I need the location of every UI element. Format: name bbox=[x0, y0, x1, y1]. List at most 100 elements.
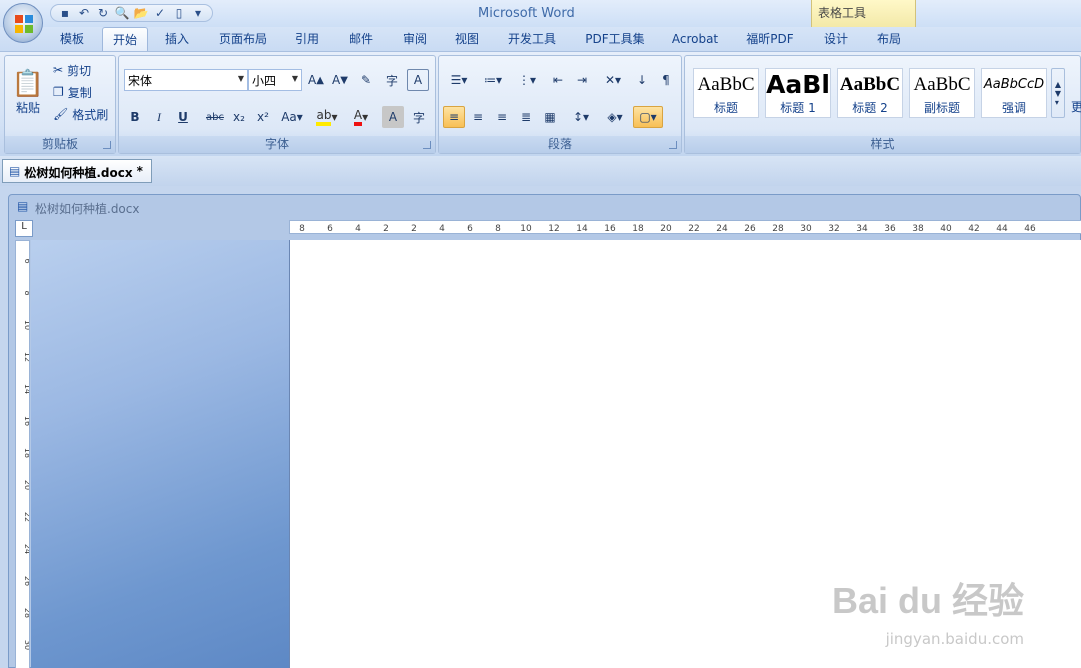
cut-button[interactable]: ✂ 剪切 bbox=[53, 61, 91, 79]
ruler-tick-label: 46 bbox=[1024, 224, 1036, 234]
style-title[interactable]: AaBbC 标题 bbox=[693, 68, 759, 118]
style-heading-2[interactable]: AaBbC 标题 2 bbox=[837, 68, 903, 118]
phonetic-guide-icon[interactable]: 字 bbox=[381, 69, 403, 91]
redo-icon[interactable]: ↻ bbox=[95, 5, 111, 21]
font-color-icon[interactable]: A ▾ bbox=[346, 106, 376, 128]
tab-design[interactable]: 设计 bbox=[812, 27, 860, 51]
show-marks-icon[interactable]: ¶ bbox=[655, 69, 677, 91]
new-document-icon[interactable]: ▯ bbox=[171, 5, 187, 21]
sort-icon[interactable]: ↓ bbox=[631, 69, 653, 91]
ruler-tick-label: 26 bbox=[744, 224, 756, 234]
superscript-icon[interactable]: x² bbox=[252, 106, 274, 128]
bold-icon[interactable]: B bbox=[124, 106, 146, 128]
document-tab[interactable]: ▤ 松树如何种植.docx * bbox=[2, 159, 152, 183]
distribute-icon[interactable]: ▦ bbox=[539, 106, 561, 128]
enclosed-char-icon[interactable]: 字 bbox=[408, 106, 430, 128]
ruler-tick-label: 12 bbox=[23, 352, 30, 362]
paragraph-dialog-launcher-icon[interactable] bbox=[669, 141, 677, 149]
styles-scroll-icon[interactable]: ▲ ▼ ▾ bbox=[1051, 68, 1065, 118]
ruler-tick-label: 6 bbox=[327, 224, 333, 234]
ruler-tick-label: 30 bbox=[800, 224, 812, 234]
ruler-tick-label: 24 bbox=[23, 544, 30, 554]
decrease-indent-icon[interactable]: ⇤ bbox=[547, 69, 569, 91]
baidu-watermark-url: jingyan.baidu.com bbox=[885, 630, 1024, 648]
align-right-icon[interactable]: ≡ bbox=[491, 106, 513, 128]
shrink-font-icon[interactable]: A ▼ bbox=[329, 69, 351, 91]
paragraph-group-label: 段落 bbox=[439, 136, 681, 153]
word-doc-icon: ▤ bbox=[9, 164, 21, 178]
undo-icon[interactable]: ↶ bbox=[76, 5, 92, 21]
customize-qat-icon[interactable]: ▾ bbox=[190, 5, 206, 21]
underline-icon[interactable]: U bbox=[172, 106, 194, 128]
clipboard-dialog-launcher-icon[interactable] bbox=[103, 141, 111, 149]
align-left-icon[interactable]: ≡ bbox=[443, 106, 465, 128]
document-page[interactable]: Bai du 经验 jingyan.baidu.com bbox=[289, 240, 1081, 668]
tab-stop-selector[interactable]: L bbox=[15, 220, 33, 237]
shading-icon[interactable]: ◈▾ bbox=[599, 106, 631, 128]
justify-icon[interactable]: ≣ bbox=[515, 106, 537, 128]
ruler-tick-label: 6 bbox=[467, 224, 473, 234]
ruler-tick-label: 28 bbox=[772, 224, 784, 234]
char-border-icon[interactable]: A bbox=[407, 69, 429, 91]
tab-developer[interactable]: 开发工具 bbox=[498, 27, 566, 51]
multilevel-list-icon[interactable]: ⋮▾ bbox=[511, 69, 543, 91]
highlight-color-icon[interactable]: ab ▾ bbox=[312, 106, 342, 128]
clear-format-icon[interactable]: ✎ bbox=[355, 69, 377, 91]
tab-page-layout[interactable]: 页面布局 bbox=[206, 27, 280, 51]
char-shading-icon[interactable]: A bbox=[382, 106, 404, 128]
tab-insert[interactable]: 插入 bbox=[154, 27, 200, 51]
asian-layout-icon[interactable]: ✕▾ bbox=[597, 69, 629, 91]
italic-icon[interactable]: I bbox=[148, 106, 170, 128]
tab-home[interactable]: 开始 bbox=[102, 27, 148, 51]
tab-acrobat[interactable]: Acrobat bbox=[662, 27, 728, 51]
tab-view[interactable]: 视图 bbox=[444, 27, 490, 51]
vertical-ruler[interactable]: 68101214161820222426283032 bbox=[15, 240, 30, 668]
grow-font-icon[interactable]: A ▲ bbox=[305, 69, 327, 91]
spellcheck-icon[interactable]: ✓ bbox=[152, 5, 168, 21]
quick-access-toolbar: ▪ ↶ ↻ 🔍 📂 ✓ ▯ ▾ bbox=[50, 4, 213, 22]
ruler-tick-label: 8 bbox=[495, 224, 501, 234]
print-preview-icon[interactable]: 🔍 bbox=[114, 5, 130, 21]
document-background bbox=[31, 240, 289, 668]
tab-foxit-pdf[interactable]: 福昕PDF bbox=[738, 27, 802, 51]
font-group-label: 字体 bbox=[119, 136, 435, 153]
tab-review[interactable]: 审阅 bbox=[392, 27, 438, 51]
document-tab-bar: ▤ 松树如何种植.docx * bbox=[0, 156, 1081, 186]
tab-pdf-tools[interactable]: PDF工具集 bbox=[576, 27, 654, 51]
font-name-select[interactable]: 宋体 ▼ bbox=[124, 69, 248, 91]
tab-mailings[interactable]: 邮件 bbox=[338, 27, 384, 51]
horizontal-ruler[interactable]: 8 6 4 2 2 4 6 8 10 12 14 16 18 20 22 24 26 28 30 32 34 36 38 40… bbox=[289, 220, 1081, 234]
style-emphasis[interactable]: AaBbCcD 强调 bbox=[981, 68, 1047, 118]
increase-indent-icon[interactable]: ⇥ bbox=[571, 69, 593, 91]
borders-icon[interactable]: ▢▾ bbox=[633, 106, 663, 128]
paste-button[interactable]: 📋 粘贴 bbox=[11, 60, 45, 124]
style-heading-1[interactable]: AaBl 标题 1 bbox=[765, 68, 831, 118]
format-painter-button[interactable]: 🖌 格式刷 bbox=[53, 105, 108, 123]
style-subtitle[interactable]: AaBbC 副标题 bbox=[909, 68, 975, 118]
ruler-tick-label: 6 bbox=[23, 258, 30, 263]
subscript-icon[interactable]: x₂ bbox=[228, 106, 250, 128]
tab-layout[interactable]: 布局 bbox=[866, 27, 912, 51]
ruler-tick-label: 34 bbox=[856, 224, 868, 234]
ruler-tick-label: 24 bbox=[716, 224, 728, 234]
font-size-select[interactable]: 小四 ▼ bbox=[248, 69, 302, 91]
numbering-icon[interactable]: ≔▾ bbox=[477, 69, 509, 91]
ribbon-tabs: 模板 开始 插入 页面布局 引用 邮件 审阅 视图 开发工具 PDF工具集 Ac… bbox=[0, 27, 1081, 51]
open-folder-icon[interactable]: 📂 bbox=[133, 5, 149, 21]
chevron-down-icon: ▼ bbox=[237, 74, 244, 83]
font-dialog-launcher-icon[interactable] bbox=[423, 141, 431, 149]
office-logo-icon bbox=[15, 15, 33, 33]
align-center-icon[interactable]: ≡ bbox=[467, 106, 489, 128]
copy-button[interactable]: ❐ 复制 bbox=[53, 83, 92, 101]
tab-template[interactable]: 模板 bbox=[48, 27, 96, 51]
strikethrough-icon[interactable]: abc bbox=[204, 106, 226, 128]
office-button[interactable] bbox=[3, 3, 43, 43]
tab-references[interactable]: 引用 bbox=[284, 27, 330, 51]
bullets-icon[interactable]: ☰▾ bbox=[443, 69, 475, 91]
change-styles-label[interactable]: 更 bbox=[1071, 98, 1081, 115]
ruler-tick-label: 4 bbox=[355, 224, 361, 234]
line-spacing-icon[interactable]: ↕▾ bbox=[565, 106, 597, 128]
change-case-icon[interactable]: Aa▾ bbox=[278, 106, 306, 128]
ruler-tick-label: 30 bbox=[23, 640, 30, 650]
save-icon[interactable]: ▪ bbox=[57, 5, 73, 21]
